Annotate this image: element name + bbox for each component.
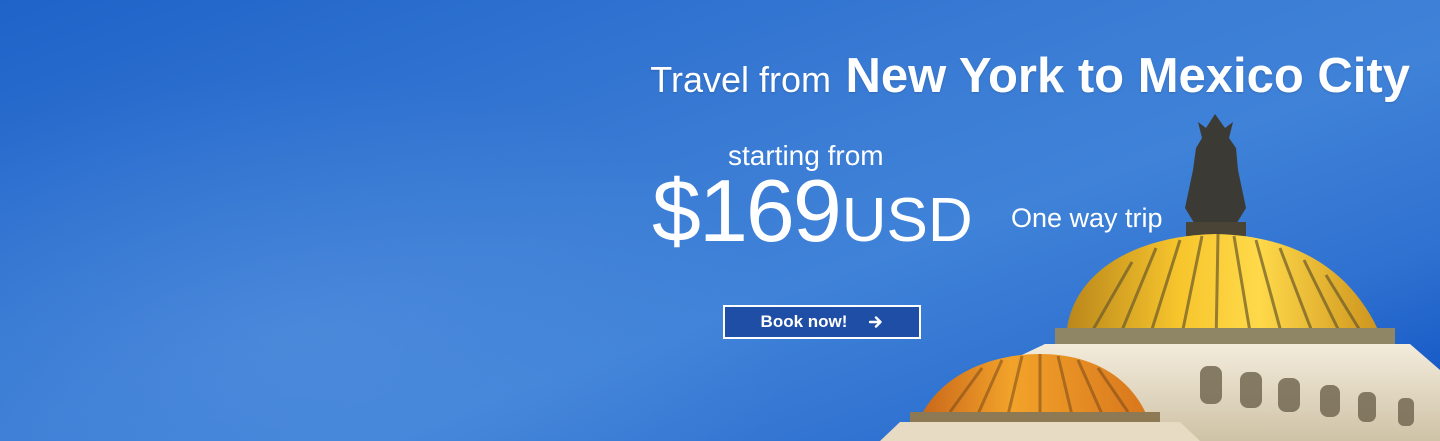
arrow-right-icon	[869, 315, 883, 329]
book-now-button[interactable]: Book now!	[723, 305, 921, 339]
price-amount: $169	[652, 161, 842, 260]
palacio-de-bellas-artes-image	[880, 114, 1440, 441]
headline: Travel from New York to Mexico City	[650, 48, 1410, 104]
price-currency: USD	[841, 186, 973, 255]
headline-route: New York to Mexico City	[845, 49, 1410, 103]
book-now-label: Book now!	[760, 312, 848, 331]
trip-type-label: One way trip	[1011, 203, 1163, 233]
headline-prefix: Travel from	[650, 59, 831, 100]
price: $169USD	[652, 160, 973, 262]
promo-banner[interactable]: Travel from New York to Mexico City star…	[0, 0, 1440, 441]
